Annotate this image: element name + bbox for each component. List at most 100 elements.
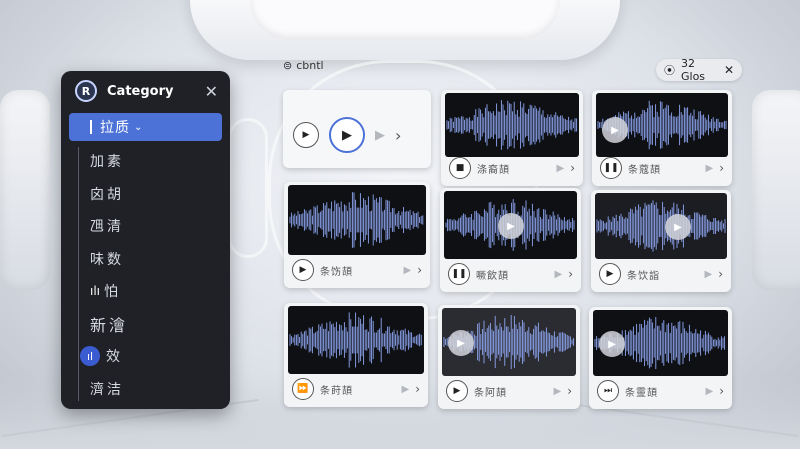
play-button[interactable]: ▶	[446, 380, 468, 402]
audio-card[interactable]: ■ 涤裔頡 ▶ ›	[441, 90, 583, 186]
filter-chip-label: 32 Glos	[681, 57, 706, 83]
card-label: 条阿頡	[474, 387, 507, 399]
category-item[interactable]: 乪清	[61, 210, 230, 243]
play-icon[interactable]: ▶	[705, 386, 713, 397]
play-overlay-button[interactable]: ▶	[498, 213, 524, 239]
section-label: ⊜ cbntl	[283, 59, 324, 72]
category-label: 新澮	[90, 315, 129, 335]
category-item[interactable]: 濟洁	[61, 373, 230, 406]
chevron-right-icon[interactable]: ›	[567, 384, 572, 398]
chevron-right-icon[interactable]: ›	[395, 126, 401, 145]
play-icon[interactable]: ▶	[554, 269, 562, 280]
ceiling-light-inner	[250, 0, 560, 40]
waveform	[445, 93, 579, 157]
player-controls: ▶ ▶ ▶ ›	[293, 117, 401, 153]
stack-icon: ⊜	[283, 59, 293, 72]
close-icon[interactable]: ✕	[205, 82, 218, 101]
waveform: ▶	[596, 93, 728, 157]
category-item[interactable]: ıl 效	[61, 340, 230, 373]
chevron-right-icon[interactable]: ›	[719, 161, 724, 175]
card-controls: ⏩ 条莳頡 ▶ ›	[292, 377, 420, 401]
sidebar-title: Category	[107, 83, 174, 99]
audio-card[interactable]: ▶ 条饬頡 ▶ ›	[284, 182, 430, 288]
fast-forward-button[interactable]: ⏩	[292, 378, 314, 400]
play-icon[interactable]: ▶	[556, 163, 564, 174]
section-label-text: cbntl	[296, 59, 324, 72]
chevron-right-icon[interactable]: ›	[568, 267, 573, 281]
play-icon[interactable]: ▶	[375, 128, 385, 143]
skip-button[interactable]: ⏭	[597, 380, 619, 402]
waveform	[288, 306, 424, 374]
sidebar-header: R Category ✕	[61, 71, 230, 111]
active-indicator	[90, 120, 92, 134]
category-list: 拉质 ⌄ 加素 囟胡 乪清 味数 ılı 怕 新澮 ıl 效 濟洁	[61, 113, 230, 405]
play-overlay-button[interactable]: ▶	[448, 330, 474, 356]
chevron-right-icon[interactable]: ›	[719, 384, 724, 398]
card-label: 条莳頡	[320, 385, 353, 397]
audio-card[interactable]: ▶ ▶ 条饮詣 ▶ ›	[591, 190, 731, 292]
pause-button[interactable]: ❚❚	[600, 157, 622, 179]
wall-panel-left	[0, 90, 50, 290]
card-label: 涤裔頡	[477, 164, 510, 176]
audio-card[interactable]: ▶ ❚❚ 噘飲頡 ▶ ›	[440, 188, 581, 292]
close-icon[interactable]: ✕	[724, 63, 734, 77]
play-button[interactable]: ▶	[599, 263, 621, 285]
waveform: ▶	[595, 193, 727, 259]
location-pin-icon: ⦿	[664, 64, 675, 77]
card-controls: ■ 涤裔頡 ▶ ›	[449, 156, 575, 180]
chevron-down-icon: ⌄	[134, 121, 144, 133]
category-sidebar: R Category ✕ 拉质 ⌄ 加素 囟胡 乪清 味数 ılı 怕 新澮 ıl…	[61, 71, 230, 409]
card-controls: ❚❚ 噘飲頡 ▶ ›	[448, 262, 573, 286]
audio-card[interactable]: ▶ ⏭ 条靈頡 ▶ ›	[589, 307, 732, 409]
play-button-primary[interactable]: ▶	[329, 117, 365, 153]
card-controls: ⏭ 条靈頡 ▶ ›	[597, 379, 724, 403]
category-item[interactable]: 囟胡	[61, 178, 230, 211]
chevron-right-icon[interactable]: ›	[415, 382, 420, 396]
card-controls: ▶ 条阿頡 ▶ ›	[446, 379, 572, 403]
filter-chip[interactable]: ⦿ 32 Glos ✕	[656, 57, 742, 83]
play-icon[interactable]: ▶	[553, 386, 561, 397]
category-item-active[interactable]: 拉质 ⌄	[69, 113, 222, 141]
audio-card[interactable]: ⏩ 条莳頡 ▶ ›	[284, 303, 428, 407]
category-item[interactable]: ılı 怕	[61, 275, 230, 308]
card-label: 条蔻頡	[628, 164, 661, 176]
wall-arch	[228, 118, 268, 258]
pause-button[interactable]: ❚❚	[448, 263, 470, 285]
play-button[interactable]: ▶	[293, 122, 319, 148]
category-label: 濟洁	[90, 381, 124, 398]
app-logo: R	[75, 80, 97, 102]
category-label: 怕	[104, 284, 122, 301]
waveform: ▶	[442, 308, 576, 376]
chevron-right-icon[interactable]: ›	[417, 263, 422, 277]
play-icon[interactable]: ▶	[704, 269, 712, 280]
category-label: 效	[106, 349, 123, 366]
category-item[interactable]: 加素	[61, 145, 230, 178]
play-overlay-button[interactable]: ▶	[602, 117, 628, 143]
play-icon[interactable]: ▶	[705, 163, 713, 174]
play-overlay-button[interactable]: ▶	[665, 214, 691, 240]
player-card[interactable]: ▶ ▶ ▶ ›	[283, 90, 431, 168]
category-item[interactable]: 新澮	[61, 308, 230, 341]
audio-card[interactable]: ▶ ❚❚ 条蔻頡 ▶ ›	[592, 90, 732, 186]
card-label: 条饮詣	[627, 270, 660, 282]
chevron-right-icon[interactable]: ›	[718, 267, 723, 281]
play-button[interactable]: ▶	[292, 259, 314, 281]
chevron-right-icon[interactable]: ›	[570, 161, 575, 175]
audio-card[interactable]: ▶ ▶ 条阿頡 ▶ ›	[438, 305, 580, 409]
waveform: ▶	[593, 310, 728, 376]
card-controls: ▶ 条饮詣 ▶ ›	[599, 262, 723, 286]
category-label: 味数	[90, 251, 124, 268]
play-icon[interactable]: ▶	[403, 265, 411, 276]
wall-panel-right	[752, 90, 800, 290]
play-overlay-button[interactable]: ▶	[599, 331, 625, 357]
category-label: 囟胡	[90, 186, 124, 203]
category-item[interactable]: 味数	[61, 243, 230, 276]
equalizer-icon: ılı	[90, 284, 101, 299]
play-icon[interactable]: ▶	[401, 384, 409, 395]
card-controls: ❚❚ 条蔻頡 ▶ ›	[600, 156, 724, 180]
card-label: 噘飲頡	[476, 270, 509, 282]
stop-button[interactable]: ■	[449, 157, 471, 179]
card-label: 条饬頡	[320, 266, 353, 278]
card-label: 条靈頡	[625, 387, 658, 399]
list-rail	[78, 147, 79, 401]
